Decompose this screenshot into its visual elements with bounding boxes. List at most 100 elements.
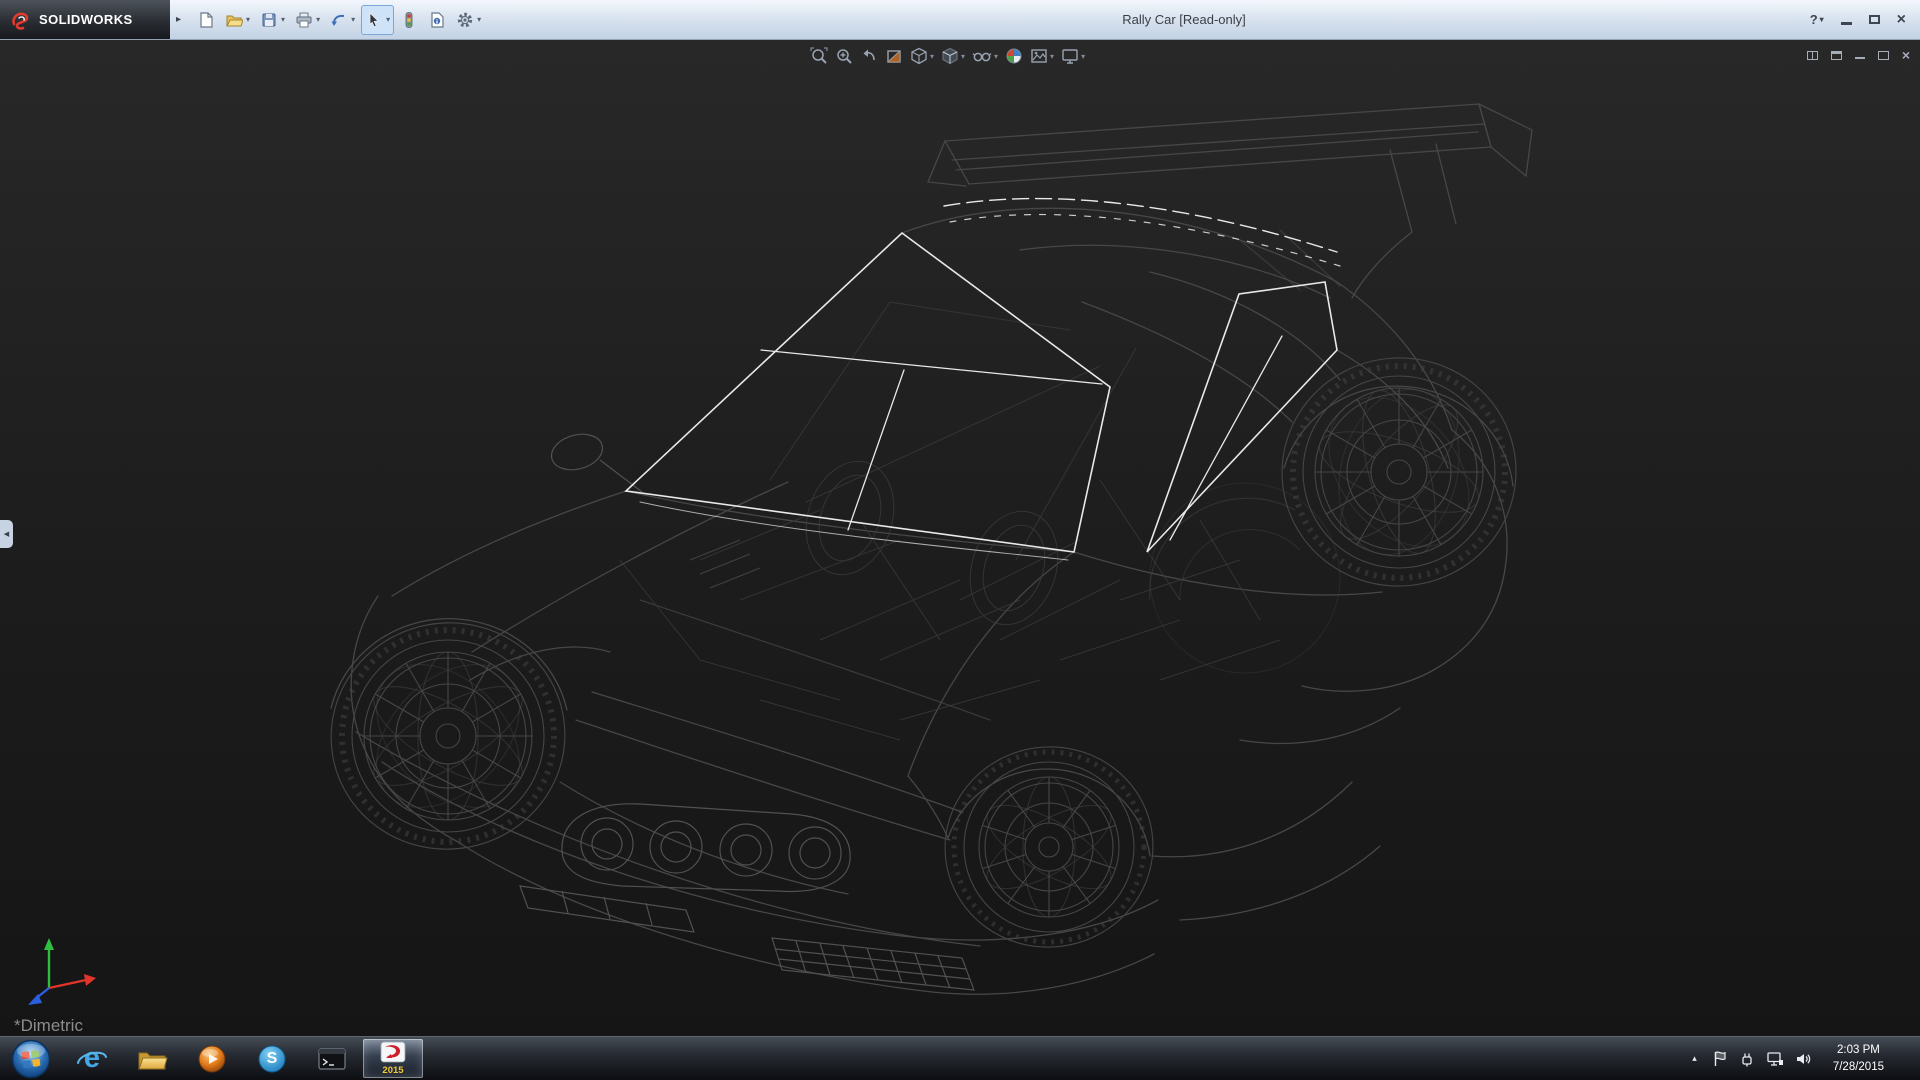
system-tray: ▴: [1688, 1037, 1920, 1080]
save-icon: [260, 11, 278, 29]
power-plug-icon[interactable]: [1739, 1051, 1755, 1067]
command-prompt-icon: [317, 1046, 347, 1072]
select-tool-button[interactable]: ▾: [361, 5, 394, 35]
options-dropdown-arrow[interactable]: ▾: [477, 15, 481, 24]
taskbar: e: [0, 1036, 1920, 1080]
internet-explorer-ring: [76, 1047, 108, 1071]
help-dropdown-arrow: ▾: [1820, 15, 1824, 24]
windows-start-orb-icon: [10, 1038, 52, 1080]
s-app-letter: S: [257, 1044, 287, 1074]
section-view-icon: [885, 47, 903, 65]
options-gear-icon: [456, 11, 474, 29]
quick-access-toolbar: ▾ ▾ ▾: [193, 5, 485, 35]
view-orientation-icon: [910, 47, 928, 65]
action-center-flag-icon[interactable]: [1712, 1050, 1728, 1067]
solidworks-app-icon: [379, 1041, 407, 1065]
close-button[interactable]: ×: [1897, 12, 1906, 28]
view-settings-button[interactable]: ▾: [1059, 44, 1087, 68]
zoom-to-fit-button[interactable]: [808, 44, 830, 68]
feature-manager-collapse-tab[interactable]: ◀: [0, 520, 13, 548]
folder-icon: [136, 1046, 168, 1072]
view-settings-icon: [1061, 47, 1079, 65]
print-dropdown-arrow[interactable]: ▾: [316, 15, 320, 24]
menu-expand-arrow[interactable]: ▸: [170, 14, 187, 25]
apply-scene-dropdown-arrow: ▾: [1050, 52, 1054, 61]
zoom-to-fit-icon: [810, 47, 828, 65]
reference-triad: [18, 928, 114, 1024]
undo-button[interactable]: ▾: [326, 5, 359, 35]
undo-icon: [330, 11, 348, 29]
open-button[interactable]: ▾: [221, 5, 254, 35]
taskbar-item-s-app[interactable]: S: [242, 1037, 302, 1080]
start-button[interactable]: [0, 1037, 62, 1080]
taskbar-item-internet-explorer[interactable]: e: [62, 1037, 122, 1080]
graphics-area[interactable]: ▾ ▾ ▾: [0, 40, 1920, 1036]
previous-view-icon: [860, 47, 878, 65]
solidworks-logo: SOLIDWORKS: [0, 0, 170, 39]
doc-restore-button[interactable]: [1878, 51, 1889, 60]
split-pane-icon[interactable]: [1807, 51, 1818, 60]
print-button[interactable]: ▾: [291, 5, 324, 35]
document-window-controls: ×: [1807, 48, 1910, 62]
apply-scene-icon: [1030, 47, 1048, 65]
new-document-icon: [197, 11, 215, 29]
doc-minimize-button[interactable]: [1855, 57, 1865, 60]
view-orientation-label: *Dimetric: [14, 1016, 83, 1036]
taskbar-item-media-player[interactable]: [182, 1037, 242, 1080]
window-pane-icon[interactable]: [1831, 51, 1842, 60]
apply-scene-button[interactable]: ▾: [1028, 44, 1056, 68]
edit-appearance-button[interactable]: [1003, 44, 1025, 68]
zoom-to-area-button[interactable]: [833, 44, 855, 68]
minimize-button[interactable]: [1841, 22, 1852, 25]
hide-show-items-button[interactable]: ▾: [970, 44, 1000, 68]
document-title: Rally Car [Read-only]: [1122, 12, 1246, 27]
view-orientation-button[interactable]: ▾: [908, 44, 936, 68]
open-dropdown-arrow[interactable]: ▾: [246, 15, 250, 24]
taskbar-item-solidworks-2015[interactable]: 2015: [363, 1039, 423, 1078]
show-hidden-icons-button[interactable]: ▴: [1688, 1049, 1701, 1068]
new-document-button[interactable]: [193, 5, 219, 35]
rebuild-icon: [400, 11, 418, 29]
menu-bar: SOLIDWORKS ▸ ▾: [0, 0, 1920, 40]
clock-date: 7/28/2015: [1833, 1059, 1884, 1075]
view-orientation-dropdown-arrow: ▾: [930, 52, 934, 61]
save-dropdown-arrow[interactable]: ▾: [281, 15, 285, 24]
previous-view-button[interactable]: [858, 44, 880, 68]
hide-show-items-icon: [972, 47, 992, 65]
heads-up-view-toolbar: ▾ ▾ ▾: [808, 44, 1087, 68]
solidworks-logo-mark: [10, 9, 32, 31]
display-style-icon: [941, 47, 959, 65]
wireframe-car-model: [0, 40, 1920, 1036]
display-style-button[interactable]: ▾: [939, 44, 967, 68]
zoom-to-area-icon: [835, 47, 853, 65]
view-settings-dropdown-arrow: ▾: [1081, 52, 1085, 61]
media-player-icon: [197, 1044, 227, 1074]
taskbar-item-command-prompt[interactable]: [302, 1037, 362, 1080]
window-controls: ? ▾ ×: [1810, 12, 1920, 28]
edit-appearance-icon: [1005, 47, 1023, 65]
print-icon: [295, 11, 313, 29]
select-arrow-icon: [365, 11, 383, 29]
select-dropdown-arrow[interactable]: ▾: [386, 15, 390, 24]
section-view-button[interactable]: [883, 44, 905, 68]
taskbar-clock[interactable]: 2:03 PM 7/28/2015: [1823, 1042, 1894, 1074]
rebuild-button[interactable]: [396, 5, 422, 35]
help-icon: ?: [1810, 12, 1818, 27]
options-button[interactable]: ▾: [452, 5, 485, 35]
file-properties-icon: [428, 11, 446, 29]
maximize-button[interactable]: [1869, 15, 1880, 24]
solidworks-year-badge: 2015: [382, 1066, 403, 1076]
volume-icon[interactable]: [1795, 1051, 1812, 1067]
doc-close-button[interactable]: ×: [1902, 48, 1910, 62]
file-properties-button[interactable]: [424, 5, 450, 35]
x-axis-arrow: [84, 974, 96, 986]
save-button[interactable]: ▾: [256, 5, 289, 35]
network-display-icon[interactable]: [1766, 1051, 1784, 1067]
taskbar-item-file-explorer[interactable]: [122, 1037, 182, 1080]
y-axis-arrow: [44, 938, 54, 950]
help-button[interactable]: ? ▾: [1810, 12, 1824, 27]
undo-dropdown-arrow[interactable]: ▾: [351, 15, 355, 24]
display-style-dropdown-arrow: ▾: [961, 52, 965, 61]
brand-text: SOLIDWORKS: [39, 12, 133, 27]
clock-time: 2:03 PM: [1833, 1042, 1884, 1058]
